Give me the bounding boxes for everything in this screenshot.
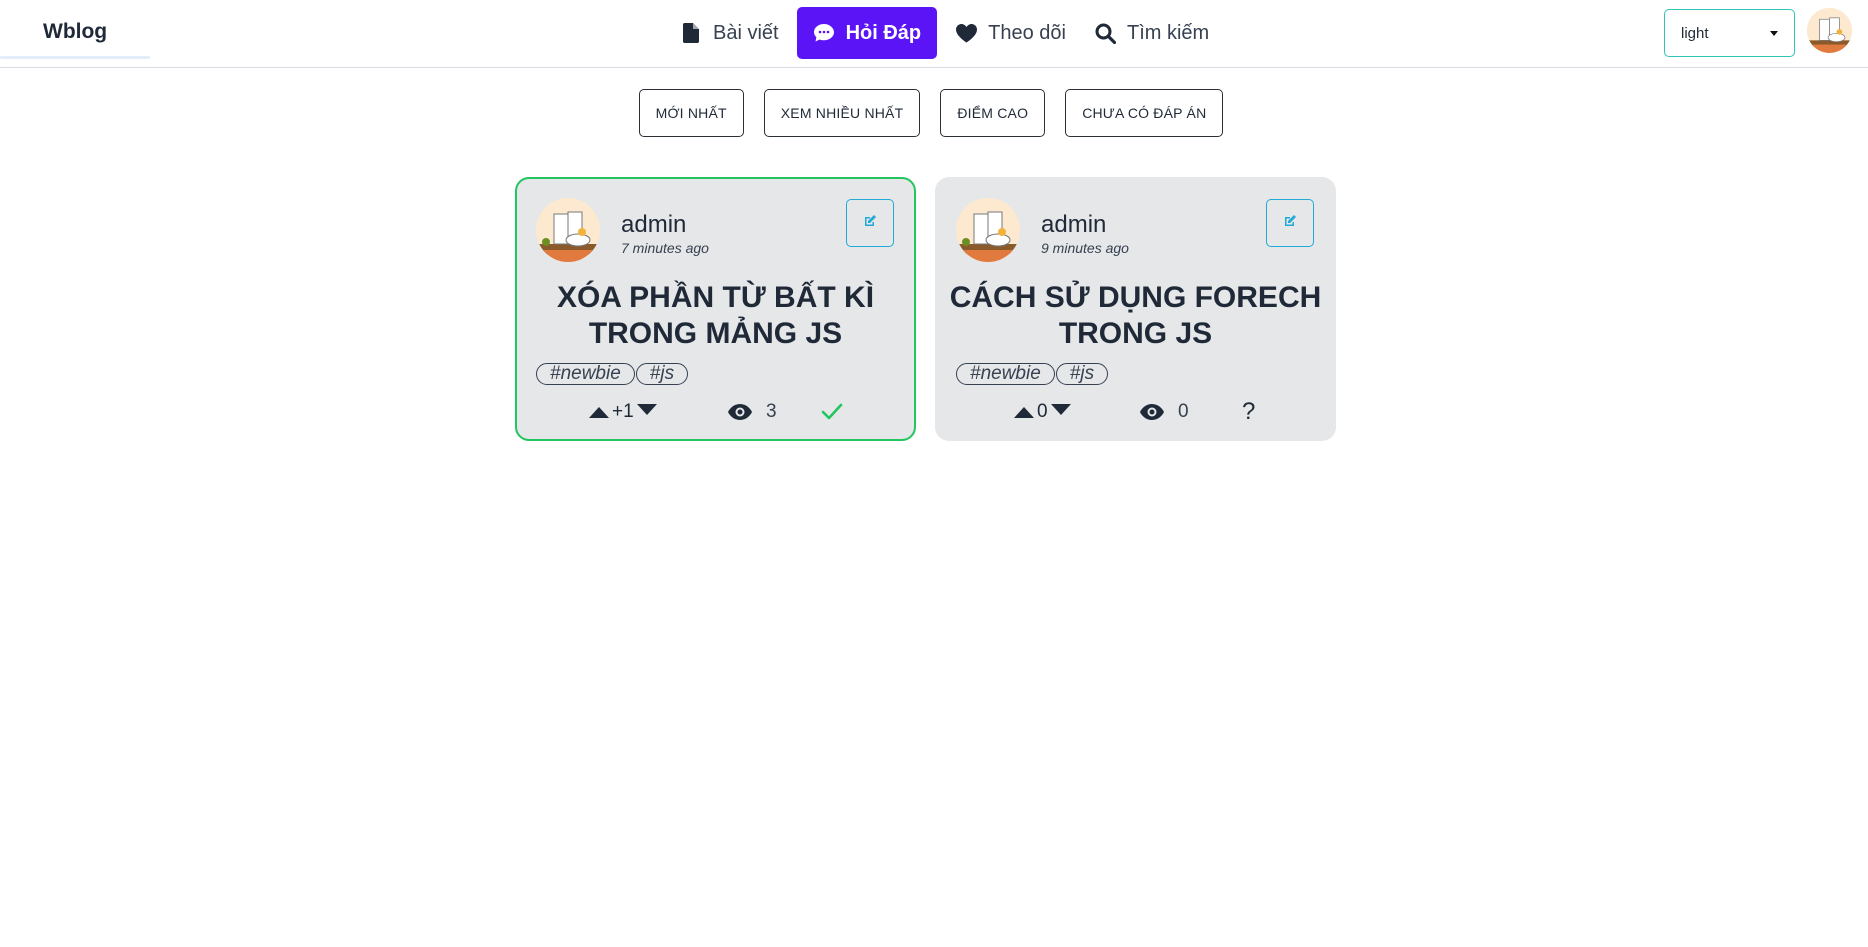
brand-name: Wblog: [43, 20, 108, 43]
vote-control: 0: [1014, 401, 1071, 423]
eye-icon: [1140, 404, 1164, 420]
upvote-icon[interactable]: [1014, 406, 1034, 418]
main-nav: Bài viết Hỏi Đáp Theo dõi Tìm kiếm: [666, 7, 1223, 59]
downvote-icon[interactable]: [636, 403, 657, 415]
post-time: 9 minutes ago: [1041, 240, 1129, 256]
view-count: 0: [1140, 401, 1189, 423]
author-avatar[interactable]: [956, 198, 1020, 262]
view-count-value: 3: [766, 401, 777, 422]
top-navbar: Wblog Bài viết Hỏi Đáp Theo dõi Tìm kiếm…: [0, 0, 1868, 68]
theme-select-value: light: [1681, 24, 1709, 42]
tag[interactable]: #newbie: [956, 363, 1055, 385]
nav-item-following[interactable]: Theo dõi: [941, 7, 1080, 59]
question-card[interactable]: admin 7 minutes ago XÓA PHẦN TỪ BẤT KÌ T…: [515, 177, 916, 441]
filter-top-score-button[interactable]: ĐIỂM CAO: [940, 89, 1046, 137]
nav-label: Theo dõi: [988, 21, 1066, 44]
vote-count: +1: [612, 401, 634, 422]
nav-label: Tìm kiếm: [1127, 21, 1210, 44]
vote-control: +1: [589, 401, 657, 423]
nav-item-posts[interactable]: Bài viết: [666, 7, 793, 59]
tag-list: #newbie #js: [956, 363, 1109, 385]
filter-unanswered-button[interactable]: CHƯA CÓ ĐÁP ÁN: [1065, 89, 1224, 137]
tag[interactable]: #js: [1055, 363, 1109, 385]
tag[interactable]: #js: [635, 363, 689, 385]
vote-count: 0: [1037, 401, 1048, 422]
nav-item-search[interactable]: Tìm kiếm: [1080, 7, 1223, 59]
upvote-icon[interactable]: [589, 406, 609, 418]
question-icon: ?: [1242, 398, 1256, 425]
author-name[interactable]: admin: [1041, 211, 1106, 239]
edit-icon: [1283, 214, 1297, 233]
theme-select[interactable]: light: [1664, 9, 1795, 57]
question-title[interactable]: CÁCH SỬ DỤNG FORECH TRONG JS: [949, 280, 1322, 352]
tag[interactable]: #newbie: [536, 363, 635, 385]
question-stats: 0 0 ?: [935, 398, 1336, 427]
question-card[interactable]: admin 9 minutes ago CÁCH SỬ DỤNG FORECH …: [935, 177, 1336, 441]
check-icon: [821, 400, 843, 428]
nav-label: Hỏi Đáp: [845, 21, 922, 44]
chevron-down-icon: [1770, 31, 1778, 36]
edit-button[interactable]: [1266, 199, 1314, 247]
filter-most-viewed-button[interactable]: XEM NHIỀU NHẤT: [763, 89, 921, 137]
question-stats: +1 3: [517, 401, 914, 427]
post-time: 7 minutes ago: [621, 240, 709, 256]
view-count: 3: [728, 401, 777, 423]
nav-label: Bài viết: [713, 21, 779, 44]
search-icon: [1094, 22, 1116, 44]
brand-underline: [0, 56, 150, 59]
author-name[interactable]: admin: [621, 211, 686, 239]
chat-bubble-icon: [813, 22, 835, 44]
tag-list: #newbie #js: [536, 363, 689, 385]
filter-newest-button[interactable]: MỚI NHẤT: [638, 89, 744, 137]
heart-icon: [955, 22, 977, 44]
author-avatar[interactable]: [536, 198, 600, 262]
eye-icon: [728, 404, 752, 420]
view-count-value: 0: [1178, 401, 1189, 422]
question-title[interactable]: XÓA PHẦN TỪ BẤT KÌ TRONG MẢNG JS: [531, 280, 900, 352]
edit-icon: [863, 214, 877, 233]
question-filters: MỚI NHẤT XEM NHIỀU NHẤT ĐIỂM CAO CHƯA CÓ…: [0, 89, 1868, 137]
downvote-icon[interactable]: [1050, 403, 1071, 415]
user-avatar[interactable]: [1807, 8, 1852, 53]
nav-item-qa[interactable]: Hỏi Đáp: [796, 7, 938, 59]
edit-button[interactable]: [846, 199, 894, 247]
brand-link[interactable]: Wblog: [0, 0, 150, 60]
file-icon: [680, 22, 702, 44]
